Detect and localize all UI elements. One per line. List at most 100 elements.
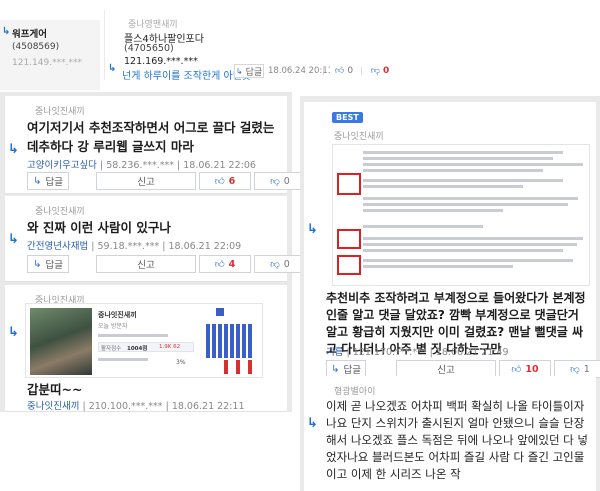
comment-card: 형광별아이 ↳ 이제 곧 나오겠죠 어차피 백퍼 확실히 나올 타이틀이자나요 … [304, 376, 596, 491]
top-left-user[interactable]: 워프게어 [12, 26, 47, 40]
embedded-photo [30, 308, 92, 375]
report-button[interactable]: 신고 [96, 255, 196, 273]
top-center-ip: 121.169.***.*** [124, 56, 198, 67]
downvote-button[interactable]: 👎︎ 0 [254, 172, 306, 190]
comment-author[interactable]: 기름 [326, 347, 343, 358]
divider [104, 10, 105, 80]
text-placeholder [363, 237, 583, 240]
embedded-image[interactable]: 중나잇진새끼 오늘 방문자 활자점수 1004점 1.9K 62 3% [25, 303, 263, 378]
comment-author[interactable]: 중나잇진새끼 [27, 401, 79, 412]
top-comment-strip: ↳ 워프게어 (4508569) 121.149.***.*** 중나영맨새끼 … [0, 0, 600, 90]
comment-text: 와 진짜 이런 사람이 있구나 [27, 220, 171, 235]
embedded-name: 중나잇진새끼 [98, 311, 137, 319]
reply-icon: ↳ [33, 258, 42, 270]
top-left-id: (4508569) [12, 42, 60, 52]
comment-action-bar: ↳ 답글 신고 👍︎ 4 👎︎ 0 [27, 255, 306, 273]
reply-button[interactable]: ↳ 답글 [27, 172, 69, 190]
top-center-user: 중나영맨새끼 [128, 20, 178, 30]
comment-text: 이제 곧 나오겠죠 어차피 백퍼 확실히 나올 타이틀이자나요 단지 스위치가 … [326, 399, 589, 481]
chart-bar [218, 324, 222, 358]
reply-arrow-icon: ↳ [2, 26, 11, 37]
text-placeholder [363, 225, 483, 228]
highlight-box [337, 229, 361, 249]
embedded-sub: 오늘 방문자 [98, 323, 128, 330]
comment-user: 중나잇진새끼 [35, 207, 85, 217]
text-placeholder [363, 185, 523, 188]
comment-user: 중나잇진새끼 [334, 132, 384, 142]
embedded-pct: 3% [176, 359, 186, 366]
text-placeholder [363, 209, 503, 212]
reply-arrow-icon: ↳ [8, 142, 19, 157]
text-placeholder [363, 197, 578, 200]
reply-icon: ↳ [331, 363, 340, 375]
upvote-button[interactable]: 👍︎ 6 [199, 172, 251, 190]
comment-author[interactable]: 고양이키우고싶다 [27, 160, 97, 171]
comment-meta: 간전영년사재법 | 59.18.***.*** | 18.06.21 22:09 [27, 241, 242, 252]
comment-user: 중나잇진새끼 [35, 107, 85, 117]
thumbs-down-icon: 👎︎ [570, 364, 580, 375]
chart-bar [236, 360, 240, 374]
chart-bar [224, 360, 228, 374]
text-placeholder [363, 259, 573, 262]
chart-bar [230, 324, 234, 358]
embedded-image[interactable] [332, 144, 590, 286]
reply-arrow-icon: ↳ [8, 325, 19, 340]
chart-bar [236, 324, 240, 358]
report-button[interactable]: 신고 [96, 172, 196, 190]
reply-icon: ↳ [235, 66, 243, 76]
thumbs-up-icon: 👍︎ [511, 364, 522, 375]
reply-button[interactable]: ↳ 답글 [27, 255, 69, 273]
text-placeholder [363, 265, 513, 268]
thumbs-down-icon: 👎︎ [370, 66, 380, 76]
text-placeholder [363, 179, 563, 182]
text-placeholder [363, 151, 563, 154]
thumbs-down-icon: 👎︎ [270, 176, 280, 187]
comment-text: 갑분띠~~ [27, 382, 83, 397]
text-placeholder [363, 169, 543, 172]
cube-icon [216, 308, 224, 316]
reply-arrow-icon: ↳ [108, 63, 117, 74]
thumbs-up-icon: 👍︎ [334, 66, 345, 76]
top-reply-button[interactable]: ↳ 답글 [234, 64, 264, 78]
comment-action-bar: ↳ 답글 신고 👍︎ 6 👎︎ 0 [27, 172, 306, 190]
text-placeholder [363, 203, 568, 206]
top-upvote-button[interactable]: 👍︎ 0 [330, 64, 358, 78]
comment-meta: 기름 | 121.170.***.*** | 18.06.21 21:49 [326, 347, 509, 358]
text-placeholder [363, 157, 553, 160]
highlight-box [337, 255, 361, 275]
reply-arrow-icon: ↳ [307, 222, 318, 237]
embedded-stat-row: 활자점수 1004점 1.9K 62 [98, 342, 194, 352]
thumbs-down-icon: 👎︎ [270, 259, 280, 270]
thumbs-up-icon: 👍︎ [214, 176, 225, 187]
text-placeholder [98, 334, 168, 337]
chart-bar [248, 324, 252, 358]
best-badge: BEST [332, 112, 363, 123]
text-placeholder [98, 358, 148, 361]
right-comment-panel: BEST 중나잇진새끼 ↳ 추천비추 조작하려고 부계정으로 들어왔다가 본계정… [300, 96, 600, 491]
separator: | [322, 66, 325, 75]
text-placeholder [363, 249, 563, 252]
chart-bar [242, 324, 246, 358]
chart-bar [248, 360, 252, 374]
text-placeholder [363, 243, 577, 246]
chart-bar [224, 324, 228, 358]
upvote-button[interactable]: 👍︎ 4 [199, 255, 251, 273]
comment-card: 중나잇진새끼 ↳ 와 진짜 이런 사람이 있구나 간전영년사재법 | 59.18… [5, 196, 306, 282]
top-downvote-button[interactable]: 👎︎ 0 [366, 64, 394, 78]
reply-icon: ↳ [33, 175, 42, 187]
top-left-ip: 121.149.***.*** [12, 58, 82, 68]
comment-user: 형광별아이 [334, 387, 376, 397]
downvote-button[interactable]: 👎︎ 0 [254, 255, 306, 273]
top-left-comment: ↳ 워프게어 (4508569) 121.149.***.*** [0, 20, 100, 90]
reply-arrow-icon: ↳ [8, 232, 19, 247]
comment-meta: 중나잇진새끼 | 210.100.***.*** | 18.06.21 22:1… [27, 401, 245, 412]
separator: | [360, 66, 363, 75]
reply-arrow-icon: ↳ [307, 416, 318, 431]
highlight-box [337, 173, 361, 195]
comment-card: 중나잇진새끼 ↳ 여기저기서 추천조작하면서 어그로 끌다 걸렸는데추하다 강 … [5, 96, 306, 194]
top-center-title[interactable]: 넌게 하루이를 조작한게 아닌듯 [122, 67, 251, 82]
comment-author[interactable]: 간전영년사재법 [27, 241, 88, 252]
chart-bar [212, 324, 216, 358]
comment-card: 중나잇진새끼 ↳ 중나잇진새끼 오늘 방문자 활자점수 1004점 1.9K 6… [5, 285, 287, 412]
left-comment-panel: 중나잇진새끼 ↳ 여기저기서 추천조작하면서 어그로 끌다 걸렸는데추하다 강 … [0, 92, 306, 412]
